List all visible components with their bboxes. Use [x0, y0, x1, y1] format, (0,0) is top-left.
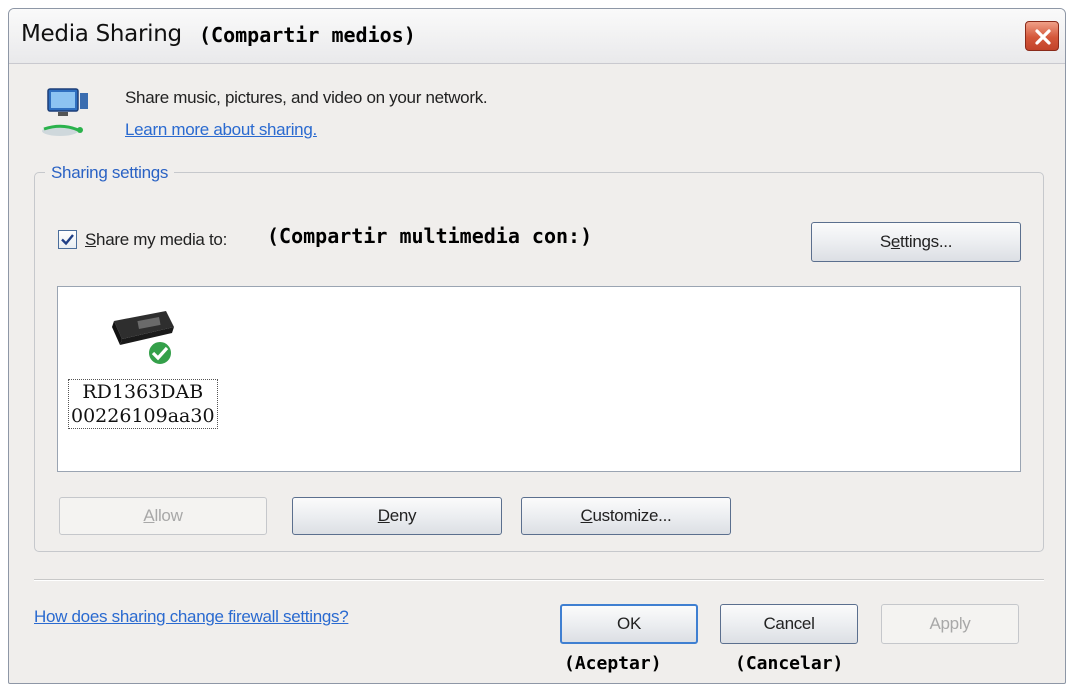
share-media-label[interactable]: Share my media to: [85, 230, 227, 250]
device-name: RD1363DAB 00226109aa30 [68, 379, 218, 429]
network-media-icon [42, 88, 88, 136]
close-button[interactable] [1025, 21, 1059, 51]
allow-button[interactable]: Allow [59, 497, 267, 535]
media-device-allowed-icon [112, 311, 174, 366]
sharing-settings-title: Sharing settings [45, 163, 175, 183]
customize-accel: C [580, 506, 593, 525]
customize-button[interactable]: Customize... [521, 497, 731, 535]
close-icon [1035, 29, 1051, 45]
device-list[interactable]: RD1363DAB 00226109aa30 [57, 286, 1021, 472]
cancel-annotation: (Cancelar) [735, 653, 844, 674]
deny-label: eny [389, 506, 417, 525]
device-name-line2: 00226109aa30 [71, 405, 215, 427]
settings-pre: S [879, 232, 891, 251]
apply-button[interactable]: Apply [881, 604, 1019, 644]
allow-accel: A [143, 506, 155, 525]
footer-separator [34, 579, 1044, 581]
learn-more-link[interactable]: Learn more about sharing. [125, 120, 317, 140]
share-media-checkbox[interactable] [58, 230, 77, 249]
settings-button[interactable]: Se ttings... [811, 222, 1021, 262]
title-annotation: (Compartir medios) [199, 23, 416, 47]
device-name-line1: RD1363DAB [82, 381, 204, 403]
media-sharing-window: Media Sharing (Compartir medios) Share m… [8, 8, 1066, 684]
title-bar[interactable]: Media Sharing (Compartir medios) [9, 9, 1065, 64]
deny-accel: D [377, 506, 390, 525]
ok-button[interactable]: OK [560, 604, 698, 644]
share-media-accel: S [85, 230, 97, 249]
window-title: Media Sharing [21, 21, 182, 47]
share-media-annotation: (Compartir multimedia con:) [267, 224, 593, 248]
cancel-button[interactable]: Cancel [720, 604, 858, 644]
deny-button[interactable]: Deny [292, 497, 502, 535]
settings-accel: e [890, 232, 901, 251]
share-media-label-text: hare my media to: [96, 230, 228, 249]
checkmark-icon [61, 234, 74, 246]
allow-label: llow [154, 506, 183, 525]
sharing-description: Share music, pictures, and video on your… [125, 88, 488, 107]
firewall-settings-link[interactable]: How does sharing change firewall setting… [34, 607, 349, 627]
customize-label: ustomize... [592, 506, 672, 525]
settings-post: ttings... [900, 232, 953, 251]
ok-annotation: (Aceptar) [564, 653, 662, 674]
